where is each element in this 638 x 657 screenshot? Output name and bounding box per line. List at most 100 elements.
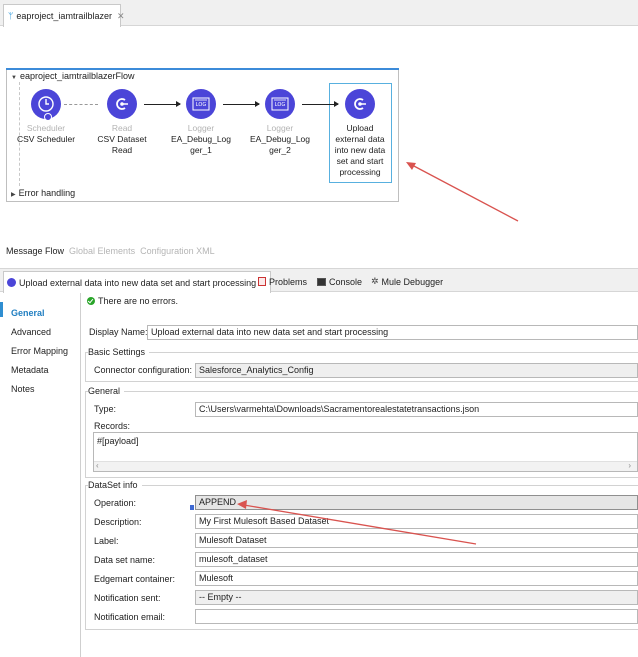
records-label: Records: xyxy=(94,421,131,431)
expand-triangle-icon[interactable]: ▼ xyxy=(11,75,17,81)
flow-title-label: eaproject_iamtrailblazerFlow xyxy=(19,71,135,81)
horizontal-scrollbar[interactable]: ‹ › xyxy=(94,461,637,471)
node-label-line: CSV Scheduler xyxy=(16,134,76,144)
editor-tab-strip: ᛘ eaproject_iamtrailblazer ✕ xyxy=(0,0,638,27)
nav-metadata[interactable]: Metadata xyxy=(11,365,49,375)
tab-message-flow[interactable]: Message Flow xyxy=(6,246,64,256)
node-type: Scheduler xyxy=(26,123,66,133)
edgemart-label: Edgemart container: xyxy=(94,574,176,584)
flow-node-logger-2[interactable]: LOG Logger EA_Debug_Log ger_2 xyxy=(245,89,315,156)
description-field[interactable]: My First Mulesoft Based Dataset xyxy=(195,514,638,529)
connector-icon xyxy=(107,89,137,119)
node-label-line: EA_Debug_Log xyxy=(249,134,311,144)
flow-node-scheduler[interactable]: Scheduler CSV Scheduler xyxy=(11,89,81,145)
svg-text:LOG: LOG xyxy=(275,102,286,108)
node-label-line: CSV Dataset xyxy=(97,134,147,144)
collapse-triangle-icon[interactable]: ▶ xyxy=(11,192,16,198)
notification-sent-label: Notification sent: xyxy=(94,593,161,603)
tab-properties-label: Upload external data into new data set a… xyxy=(19,277,257,288)
display-name-field[interactable]: Upload external data into new data set a… xyxy=(147,325,638,340)
editor-tab-title: eaproject_iamtrailblazer xyxy=(16,11,112,21)
node-label-line: Upload xyxy=(346,123,374,133)
properties-nav: General Advanced Error Mapping Metadata … xyxy=(0,293,80,657)
node-label-line: into new data xyxy=(334,145,386,155)
logger-icon: LOG xyxy=(186,89,216,119)
nav-notes[interactable]: Notes xyxy=(11,384,35,394)
status-text: There are no errors. xyxy=(98,296,179,306)
flow-arrow xyxy=(223,101,260,107)
dataset-name-label: Data set name: xyxy=(94,555,156,565)
tab-console-label: Console xyxy=(329,276,363,287)
scroll-left-icon[interactable]: ‹ xyxy=(96,461,99,470)
mule-file-icon: ᛘ xyxy=(8,11,14,21)
flow-node-logger-1[interactable]: LOG Logger EA_Debug_Log ger_1 xyxy=(166,89,236,156)
tab-configuration-xml[interactable]: Configuration XML xyxy=(140,246,215,256)
connector-config-select[interactable]: Salesforce_Analytics_Config xyxy=(195,363,638,378)
records-field[interactable]: #[payload] ‹ › xyxy=(93,432,638,472)
dataset-name-field[interactable]: mulesoft_dataset xyxy=(195,552,638,567)
node-label-line: ger_2 xyxy=(269,145,291,155)
tab-global-elements[interactable]: Global Elements xyxy=(69,246,135,256)
debug-bug-icon: ✲ xyxy=(371,276,379,286)
display-name-label: Display Name: xyxy=(89,327,148,337)
notification-email-label: Notification email: xyxy=(94,612,166,622)
svg-text:LOG: LOG xyxy=(196,102,207,108)
flow-selection-bar xyxy=(6,68,399,70)
label-label: Label: xyxy=(94,536,119,546)
records-value: #[payload] xyxy=(97,436,139,446)
console-icon xyxy=(317,277,326,286)
node-label-line: ger_1 xyxy=(190,145,212,155)
notification-email-field[interactable] xyxy=(195,609,638,624)
connector-config-label: Connector configuration: xyxy=(94,365,193,375)
general-title: General xyxy=(88,386,125,396)
flow-title[interactable]: ▼ eaproject_iamtrailblazerFlow xyxy=(11,71,135,81)
node-label-line: EA_Debug_Log xyxy=(170,134,232,144)
nav-divider xyxy=(80,293,81,657)
nav-advanced[interactable]: Advanced xyxy=(11,327,51,337)
flow-arrow xyxy=(144,101,181,107)
description-label: Description: xyxy=(94,517,142,527)
connector-small-icon xyxy=(7,278,16,287)
type-field[interactable]: C:\Users\varmehta\Downloads\Sacramentore… xyxy=(195,402,638,417)
scheduler-badge-icon xyxy=(44,113,52,121)
problems-icon xyxy=(258,277,266,286)
close-icon[interactable]: ✕ xyxy=(117,11,125,22)
node-label-line: processing xyxy=(339,167,381,177)
connector-icon xyxy=(345,89,375,119)
node-type: Logger xyxy=(187,123,215,133)
basic-settings-title: Basic Settings xyxy=(88,347,150,357)
node-type: Read xyxy=(111,123,133,133)
tab-problems[interactable]: Problems xyxy=(255,271,310,292)
tab-problems-label: Problems xyxy=(269,276,308,287)
notification-sent-select[interactable]: -- Empty -- xyxy=(195,590,638,605)
required-marker-icon xyxy=(190,505,194,510)
operation-label: Operation: xyxy=(94,498,137,508)
dataset-info-title: DataSet info xyxy=(88,480,142,490)
edgemart-field[interactable]: Mulesoft xyxy=(195,571,638,586)
clock-icon xyxy=(31,89,61,121)
annotation-arrow-upper xyxy=(406,162,519,222)
tab-properties[interactable]: Upload external data into new data set a… xyxy=(3,271,271,293)
flow-arrow xyxy=(302,101,339,107)
tab-mule-debugger[interactable]: ✲ Mule Debugger xyxy=(368,271,446,292)
check-icon xyxy=(87,297,95,305)
error-handling-section[interactable]: ▶ Error handling xyxy=(11,188,75,198)
nav-general[interactable]: General xyxy=(11,308,45,318)
tab-mule-debugger-label: Mule Debugger xyxy=(381,276,444,287)
operation-select[interactable]: APPEND xyxy=(195,495,638,510)
view-tabs: Message Flow Global Elements Configurati… xyxy=(6,246,215,256)
scroll-right-icon[interactable]: › xyxy=(628,461,631,470)
validation-status: There are no errors. xyxy=(87,296,178,306)
nav-active-indicator xyxy=(0,302,3,317)
label-field[interactable]: Mulesoft Dataset xyxy=(195,533,638,548)
type-label: Type: xyxy=(94,404,117,414)
logger-icon: LOG xyxy=(265,89,295,119)
node-label-line: set and start xyxy=(336,156,384,166)
flow-node-csv-dataset-read[interactable]: Read CSV Dataset Read xyxy=(87,89,157,156)
node-type: Logger xyxy=(266,123,294,133)
panel-tab-strip: Upload external data into new data set a… xyxy=(0,268,638,293)
tab-console[interactable]: Console xyxy=(314,271,365,292)
node-label-line: external data xyxy=(335,134,385,144)
editor-tab[interactable]: ᛘ eaproject_iamtrailblazer ✕ xyxy=(3,4,125,27)
nav-error-mapping[interactable]: Error Mapping xyxy=(11,346,68,356)
